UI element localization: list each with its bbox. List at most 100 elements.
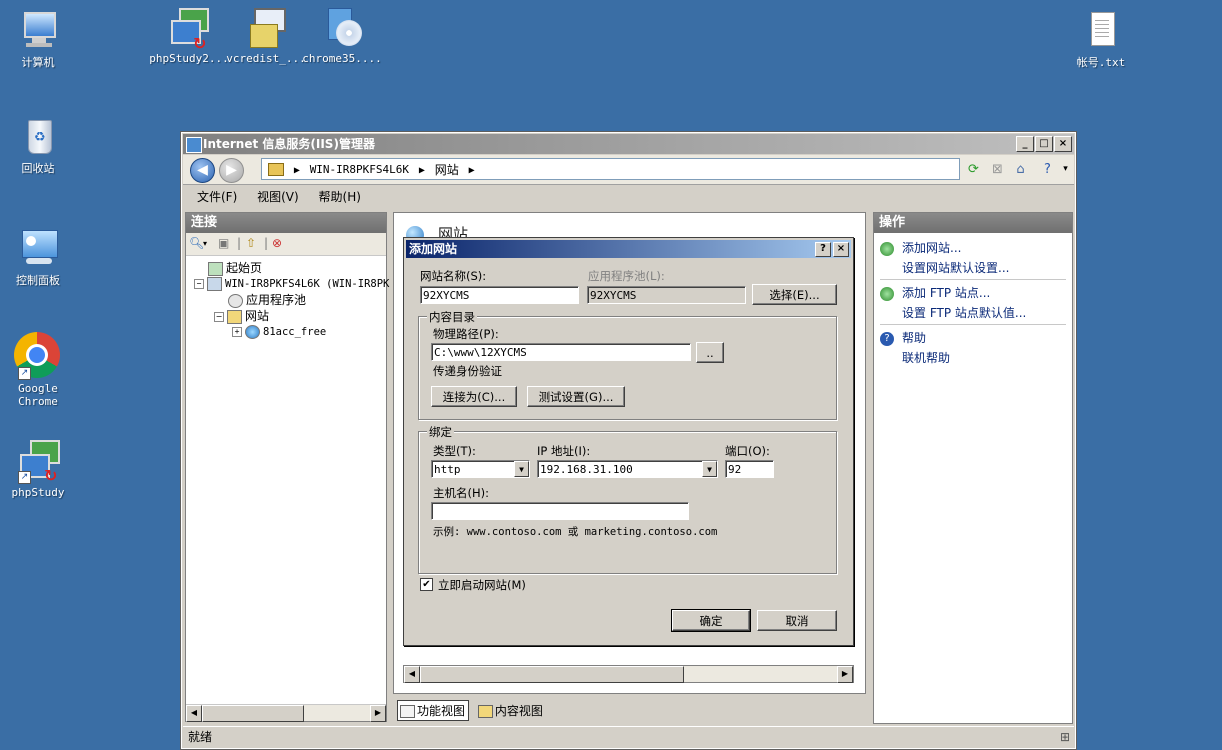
tree-item-sites[interactable]: − 网站 — [214, 308, 269, 324]
tree-item-server[interactable]: − WIN-IR8PKFS4L6K (WIN-IR8PK — [194, 276, 389, 292]
menu-help[interactable]: 帮助(H) — [319, 190, 361, 204]
start-site-label[interactable]: 立即启动网站(M) — [438, 577, 526, 593]
action-add-ftp[interactable]: 添加 FTP 站点... — [880, 284, 990, 301]
tree-item-site-81acc[interactable]: +81acc_free — [232, 324, 326, 340]
window-titlebar[interactable]: Internet 信息服务(IIS)管理器 _ □ × — [183, 134, 1074, 154]
installer-disc-icon — [322, 6, 362, 50]
content-hscrollbar[interactable]: ◀ ▶ — [403, 665, 854, 683]
maximize-button[interactable]: □ — [1035, 136, 1053, 152]
globe-icon — [245, 325, 260, 339]
actions-separator — [880, 324, 1066, 325]
menu-view[interactable]: 视图(V) — [257, 190, 299, 204]
dialog-title: 添加网站 — [409, 242, 458, 256]
save-icon[interactable]: ▣ — [218, 236, 229, 250]
collapse-icon[interactable]: − — [214, 311, 224, 322]
connect-as-button[interactable]: 连接为(C)... — [431, 386, 517, 407]
desktop-icon-txt-file[interactable]: 帐号.txt — [1056, 10, 1146, 69]
desktop-icon-phpstudy[interactable]: ↻ ↗ phpStudy — [0, 440, 83, 499]
browse-button[interactable]: .. — [696, 342, 724, 363]
desktop-icon-computer[interactable]: 计算机 — [0, 10, 83, 69]
dialog-help-button[interactable]: ? — [815, 242, 831, 257]
action-online-help[interactable]: 联机帮助 — [902, 349, 950, 366]
disconnect-icon[interactable]: ⊗ — [272, 236, 282, 250]
features-view-icon — [400, 705, 415, 718]
connections-toolbar: 🔍︎ ▾ ▣ | ⇧ | ⊗ — [186, 233, 386, 256]
binding-heading: 绑定 — [427, 424, 454, 440]
content-directory-group: 内容目录 物理路径(P): C:\www\12XYCMS .. 传递身份验证 连… — [418, 309, 837, 420]
desktop-icon-chrome-installer[interactable]: chrome35.... — [297, 6, 387, 65]
site-name-input[interactable]: 92XYCMS — [420, 286, 579, 304]
up-folder-icon[interactable]: ⇧ — [246, 236, 256, 250]
scroll-left-icon[interactable]: ◀ — [186, 705, 202, 722]
site-name-label: 网站名称(S): — [420, 269, 487, 283]
action-site-defaults[interactable]: 设置网站默认设置... — [902, 259, 1009, 276]
host-name-input[interactable] — [431, 502, 689, 520]
connections-hscrollbar[interactable]: ◀ ▶ — [186, 704, 386, 722]
close-button[interactable]: × — [1054, 136, 1072, 152]
tree-item-app-pools[interactable]: 应用程序池 — [228, 292, 306, 308]
help-dropdown-icon[interactable]: ▾ — [1057, 161, 1074, 178]
actions-pane: 操作 添加网站... 设置网站默认设置... 添加 FTP 站点... 设置 F… — [873, 212, 1073, 724]
add-website-dialog: 添加网站 ? × 网站名称(S): 92XYCMS 应用程序池(L): 92XY… — [403, 237, 854, 646]
breadcrumb-sep-icon: ▸ — [418, 162, 425, 177]
action-add-site[interactable]: 添加网站... — [880, 239, 961, 256]
scroll-thumb[interactable] — [420, 666, 684, 683]
action-help[interactable]: ? 帮助 — [880, 329, 926, 346]
scroll-right-icon[interactable]: ▶ — [370, 705, 386, 722]
sites-folder-icon — [227, 309, 242, 324]
expand-icon[interactable]: + — [232, 327, 242, 337]
select-app-pool-button[interactable]: 选择(E)... — [752, 284, 837, 305]
menu-bar: 文件(F) 视图(V) 帮助(H) — [183, 185, 1074, 209]
test-settings-button[interactable]: 测试设置(G)... — [527, 386, 625, 407]
ip-address-label: IP 地址(I): — [537, 444, 591, 458]
breadcrumb-sep-icon: ▸ — [293, 162, 300, 177]
back-button[interactable]: ◀ — [190, 158, 215, 183]
connect-dropdown-icon[interactable]: ▾ — [203, 239, 207, 248]
type-select[interactable]: http ▼ — [431, 460, 530, 478]
status-text: 就绪 — [188, 730, 213, 744]
stop-icon[interactable]: ⊠ — [989, 161, 1006, 178]
dialog-titlebar[interactable]: 添加网站 ? × — [406, 240, 851, 258]
cancel-button[interactable]: 取消 — [757, 610, 837, 631]
actions-header: 操作 — [874, 213, 1072, 233]
desktop-icon-chrome[interactable]: ↗ Google Chrome — [0, 332, 83, 408]
host-name-example: 示例: www.contoso.com 或 marketing.contoso.… — [433, 526, 718, 538]
control-panel-icon — [18, 228, 58, 272]
add-site-icon — [880, 241, 894, 256]
ip-address-select[interactable]: 192.168.31.100 ▼ — [537, 460, 718, 478]
connections-header: 连接 — [186, 213, 386, 233]
window-title: Internet 信息服务(IIS)管理器 — [203, 137, 375, 151]
separator-icon: | — [264, 236, 269, 250]
refresh-icon[interactable]: ⟳ — [965, 161, 982, 178]
app-pool-icon — [228, 293, 243, 308]
tab-features-view[interactable]: 功能视图 — [397, 700, 470, 721]
help-icon[interactable]: ? — [1039, 161, 1056, 178]
start-site-checkbox[interactable]: ✔ — [420, 578, 433, 591]
recycle-bin-icon: ♻ — [18, 116, 58, 160]
action-ftp-defaults[interactable]: 设置 FTP 站点默认值... — [902, 304, 1026, 321]
scroll-thumb[interactable] — [202, 705, 304, 722]
tab-content-view[interactable]: 内容视图 — [475, 700, 547, 721]
menu-file[interactable]: 文件(F) — [197, 190, 237, 204]
forward-button[interactable]: ▶ — [219, 158, 244, 183]
app-pool-field: 92XYCMS — [587, 286, 746, 304]
installer-icon — [246, 6, 286, 50]
connect-icon[interactable]: 🔍︎ — [189, 236, 204, 250]
address-bar[interactable]: ▸ WIN-IR8PKFS4L6K ▸ 网站 ▸ — [261, 158, 960, 180]
physical-path-input[interactable]: C:\www\12XYCMS — [431, 343, 691, 361]
ok-button[interactable]: 确定 — [671, 609, 751, 632]
port-input[interactable]: 92 — [725, 460, 774, 478]
scroll-right-icon[interactable]: ▶ — [837, 666, 853, 683]
breadcrumb-server[interactable]: WIN-IR8PKFS4L6K — [310, 163, 409, 176]
collapse-icon[interactable]: − — [194, 279, 204, 289]
dialog-close-button[interactable]: × — [833, 242, 849, 257]
scroll-left-icon[interactable]: ◀ — [404, 666, 420, 683]
home-icon[interactable]: ⌂ — [1012, 161, 1029, 178]
tree-item-start-page[interactable]: 起始页 — [208, 260, 262, 276]
minimize-button[interactable]: _ — [1016, 136, 1034, 152]
breadcrumb-sites[interactable]: 网站 — [435, 163, 459, 177]
host-name-label: 主机名(H): — [433, 486, 489, 500]
text-file-icon — [1081, 10, 1121, 54]
desktop-icon-control-panel[interactable]: 控制面板 — [0, 228, 83, 287]
desktop-icon-recycle-bin[interactable]: ♻ 回收站 — [0, 116, 83, 175]
